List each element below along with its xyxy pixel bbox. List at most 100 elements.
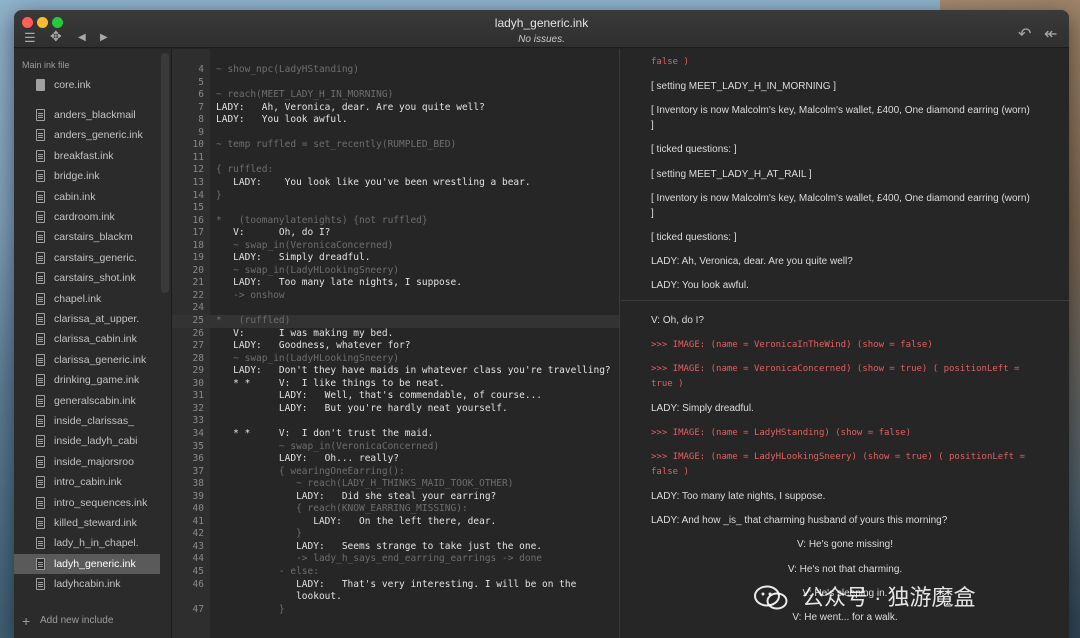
code-line[interactable]: 16 * (toomanylatenights) {not ruffled} (172, 215, 619, 228)
document-icon (36, 374, 45, 387)
code-line[interactable]: 25 * (ruffled) (172, 315, 619, 328)
code-line[interactable]: 37 { wearingOneEarring(): (172, 465, 619, 479)
code-line[interactable]: 11 (172, 152, 619, 165)
sidebar-item-file[interactable]: ladyhcabin.ink (14, 574, 160, 594)
code-text: LADY: Oh... really? (216, 453, 400, 465)
code-line[interactable]: 7 LADY: Ah, Veronica, dear. Are you quite… (172, 102, 619, 115)
back-icon[interactable]: ◀ (78, 31, 86, 44)
code-line[interactable]: 42 } (172, 528, 619, 541)
sidebar-item-file[interactable]: clarissa_at_upper. (14, 309, 160, 329)
code-line[interactable]: 41 LADY: On the left there, dear. (172, 516, 619, 529)
code-line[interactable]: 40 { reach(KNOW_EARRING_MISSING): (172, 503, 619, 516)
code-line[interactable]: 43 LADY: Seems strange to take just the … (172, 541, 619, 554)
code-line[interactable]: 32 LADY: But you're hardly neat yourself… (172, 403, 619, 416)
code-line[interactable]: 12 { ruffled: (172, 164, 619, 177)
code-line[interactable]: 18 ~ swap_in(VeronicaConcerned) (172, 240, 619, 253)
document-icon (36, 292, 45, 305)
code-line[interactable]: 4 ~ show_npc(LadyHStanding) (172, 64, 619, 77)
code-line[interactable]: 30 * * V: I like things to be neat. (172, 378, 619, 391)
code-line[interactable]: 6 ~ reach(MEET_LADY_H_IN_MORNING) (172, 89, 619, 102)
sidebar-heading: Main ink file (22, 60, 70, 70)
sidebar-item-file[interactable]: intro_cabin.ink (14, 472, 160, 492)
rewind-all-icon[interactable]: ↞ (1044, 27, 1057, 43)
code-line[interactable]: 28 ~ swap_in(LadyHLookingSneery) (172, 353, 619, 366)
code-line[interactable]: 5 (172, 76, 619, 90)
code-line[interactable]: 46 LADY: That's very interesting. I will… (172, 579, 619, 592)
code-line[interactable]: 17 V: Oh, do I? (172, 227, 619, 240)
code-line[interactable]: 34 * * V: I don't trust the maid. (172, 428, 619, 441)
code-text: { reach(KNOW_EARRING_MISSING): (216, 503, 468, 515)
add-include-button[interactable]: + Add new include (14, 609, 172, 633)
code-line[interactable]: 8 LADY: You look awful. (172, 114, 619, 127)
sidebar-item-file[interactable]: intro_sequences.ink (14, 493, 160, 513)
sidebar-item-file[interactable]: ladyh_generic.ink (14, 553, 160, 574)
sidebar-item-file[interactable]: breakfast.ink (14, 146, 160, 166)
code-line[interactable]: 38 ~ reach(LADY_H_THINKS_MAID_TOOK_OTHER… (172, 478, 619, 491)
document-icon (36, 231, 45, 244)
line-number: 47 (192, 603, 204, 615)
code-text: { wearingOneEarring(): (216, 465, 405, 477)
code-line[interactable]: 21 LADY: Too many late nights, I suppose… (172, 277, 619, 290)
code-text: -> onshow (216, 289, 285, 301)
sidebar-item-file[interactable]: lady_h_in_chapel. (14, 533, 160, 553)
code-line[interactable]: 26 V: I was making my bed. (172, 327, 619, 341)
code-line[interactable]: 9 (172, 126, 619, 140)
sidebar-item-file[interactable]: inside_majorsroo (14, 452, 160, 472)
code-line[interactable]: 19 LADY: Simply dreadful. (172, 252, 619, 265)
sidebar-item-file[interactable]: carstairs_generic. (14, 248, 160, 268)
sidebar-item-file[interactable]: drinking_game.ink (14, 370, 160, 390)
sidebar-item-file[interactable]: clarissa_cabin.ink (14, 329, 160, 349)
sidebar-item-file[interactable]: inside_ladyh_cabi (14, 431, 160, 451)
sidebar-scrollbar[interactable] (161, 53, 169, 293)
code-line[interactable]: 35 ~ swap_in(VeronicaConcerned) (172, 441, 619, 454)
code-line[interactable]: 29 LADY: Don't they have maids in whatev… (172, 365, 619, 378)
line-number: 14 (192, 189, 204, 201)
menu-icon[interactable]: ☰ (24, 31, 36, 44)
choice-option[interactable]: V: He's gone missing! (621, 537, 1069, 552)
code-line[interactable]: 45 - else: (172, 566, 619, 579)
line-number: 26 (192, 327, 204, 339)
code-line[interactable]: 20 ~ swap_in(LadyHLookingSneery) (172, 265, 619, 278)
code-line[interactable]: 14} (172, 189, 619, 203)
sidebar-item-file[interactable]: cabin.ink (14, 187, 160, 207)
choice-option[interactable]: V: He's not that charming. (621, 562, 1069, 577)
code-line[interactable]: 44 -> lady_h_says_end_earring_earrings -… (172, 553, 619, 566)
code-line[interactable]: 10 ~ temp ruffled = set_recently(RUMPLED_… (172, 139, 619, 152)
sidebar-item-file[interactable]: cardroom.ink (14, 207, 160, 227)
sidebar-item-file[interactable]: anders_blackmail (14, 105, 160, 125)
code-line[interactable]: 31 LADY: Well, that's commendable, of co… (172, 390, 619, 403)
line-number: 5 (198, 76, 204, 88)
code-editor[interactable]: 4 ~ show_npc(LadyHStanding) 5 6 ~ reach(MEET… (172, 49, 620, 638)
sidebar-item-core[interactable]: core.ink (14, 75, 160, 95)
code-line[interactable]: 15 (172, 202, 619, 215)
sidebar-item-file[interactable]: generalscabin.ink (14, 391, 160, 411)
code-line[interactable]: 13 LADY: You look like you've been wrest… (172, 176, 619, 190)
sidebar-item-file[interactable]: chapel.ink (14, 289, 160, 309)
code-line[interactable]: 36 LADY: Oh... really? (172, 453, 619, 466)
line-number: 13 (192, 176, 204, 188)
sidebar-item-label: clarissa_cabin.ink (54, 333, 137, 346)
code-text: -> lady_h_says_end_earring_earrings -> d… (216, 553, 543, 565)
file-sidebar: Main ink file core.ink anders_blackmail a… (14, 49, 172, 638)
code-line[interactable]: 24 (172, 302, 619, 315)
code-line[interactable]: 39 LADY: Did she steal your earring? (172, 491, 619, 504)
sidebar-item-file[interactable]: anders_generic.ink (14, 125, 160, 145)
rewind-icon[interactable]: ↶ (1018, 27, 1031, 43)
code-line[interactable]: 27 LADY: Goodness, whatever for? (172, 340, 619, 353)
code-line[interactable]: 33 (172, 415, 619, 428)
code-line[interactable]: lookout. (172, 591, 619, 604)
code-line[interactable]: 22 -> onshow (172, 289, 619, 303)
forward-icon[interactable]: ▶ (100, 31, 108, 44)
sidebar-item-file[interactable]: inside_clarissas_ (14, 411, 160, 431)
sidebar-item-file[interactable]: clarissa_generic.ink (14, 350, 160, 370)
line-number: 9 (198, 126, 204, 138)
navigate-icon[interactable]: ✥ (50, 29, 62, 43)
sidebar-item-file[interactable]: carstairs_blackm (14, 227, 160, 247)
document-icon (36, 578, 45, 591)
code-line[interactable]: 47 } (172, 603, 619, 617)
sidebar-item-file[interactable]: bridge.ink (14, 166, 160, 186)
sidebar-item-label: bridge.ink (54, 170, 100, 183)
sidebar-item-label: breakfast.ink (54, 149, 114, 162)
sidebar-item-file[interactable]: killed_steward.ink (14, 513, 160, 533)
sidebar-item-file[interactable]: carstairs_shot.ink (14, 268, 160, 288)
